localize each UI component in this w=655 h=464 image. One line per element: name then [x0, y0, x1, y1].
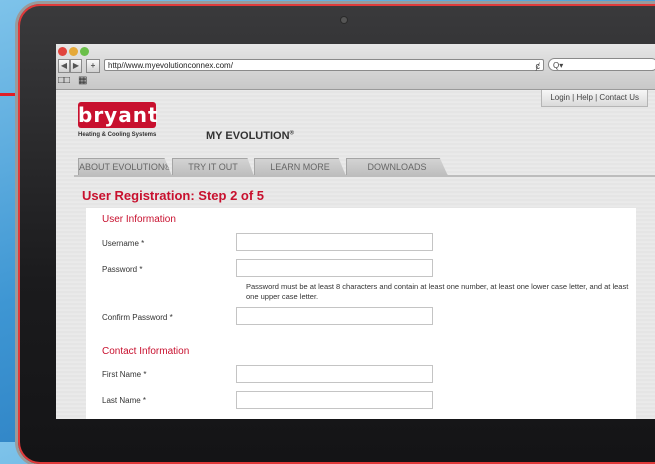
- browser-toolbar: ◀ ▶ + http//www.myevolutionconnex.com/ ȼ…: [56, 44, 655, 90]
- laptop-frame: ◀ ▶ + http//www.myevolutionconnex.com/ ȼ…: [18, 4, 655, 464]
- password-input[interactable]: [236, 259, 433, 277]
- camera-icon: [341, 17, 347, 23]
- bryant-logo[interactable]: bryant Heating & Cooling Systems: [78, 102, 159, 138]
- username-input[interactable]: [236, 233, 433, 251]
- tab-try-it-out[interactable]: TRY IT OUT: [172, 158, 254, 176]
- utility-links[interactable]: Login | Help | Contact Us: [541, 90, 648, 107]
- password-label: Password *: [102, 265, 143, 274]
- browser-window: ◀ ▶ + http//www.myevolutionconnex.com/ ȼ…: [56, 44, 655, 419]
- bookmarks-icon[interactable]: □□: [58, 75, 70, 86]
- tab-divider: [74, 175, 655, 177]
- url-text: http//www.myevolutionconnex.com/: [108, 61, 233, 70]
- tab-downloads[interactable]: DOWNLOADS: [346, 158, 448, 176]
- contact-information-heading: Contact Information: [102, 346, 190, 357]
- registration-form: User Information Username * Password * P…: [86, 208, 636, 419]
- search-input[interactable]: Q▾: [548, 58, 655, 71]
- product-name-text: MY EVOLUTION: [206, 130, 290, 142]
- forward-button[interactable]: ▶: [70, 59, 82, 73]
- first-name-input[interactable]: [236, 365, 433, 383]
- password-hint: Password must be at least 8 characters a…: [246, 282, 629, 301]
- top-sites-icon[interactable]: ▦: [78, 75, 87, 86]
- web-page: Login | Help | Contact Us bryant Heating…: [56, 90, 655, 419]
- confirm-password-input[interactable]: [236, 307, 433, 325]
- page-title: User Registration: Step 2 of 5: [82, 188, 265, 203]
- confirm-password-label: Confirm Password *: [102, 313, 173, 322]
- logo-wordmark: bryant: [78, 102, 159, 128]
- first-name-label: First Name *: [102, 370, 147, 379]
- address-bar[interactable]: http//www.myevolutionconnex.com/ ȼ: [104, 59, 544, 71]
- reload-icon[interactable]: ȼ: [536, 60, 541, 72]
- logo-tagline: Heating & Cooling Systems: [78, 132, 157, 138]
- close-window-icon[interactable]: [58, 47, 67, 56]
- tab-learn-more[interactable]: LEARN MORE: [254, 158, 346, 176]
- minimize-window-icon[interactable]: [69, 47, 78, 56]
- last-name-input[interactable]: [236, 391, 433, 409]
- username-label: Username *: [102, 239, 145, 248]
- product-name: MY EVOLUTION®: [206, 130, 294, 142]
- registered-mark: ®: [289, 130, 294, 137]
- add-tab-button[interactable]: +: [86, 59, 100, 73]
- user-information-heading: User Information: [102, 214, 176, 225]
- last-name-label: Last Name *: [102, 396, 147, 405]
- back-button[interactable]: ◀: [58, 59, 70, 73]
- tab-about-evolution[interactable]: ABOUT EVOLUTION®: [78, 158, 172, 176]
- maximize-window-icon[interactable]: [80, 47, 89, 56]
